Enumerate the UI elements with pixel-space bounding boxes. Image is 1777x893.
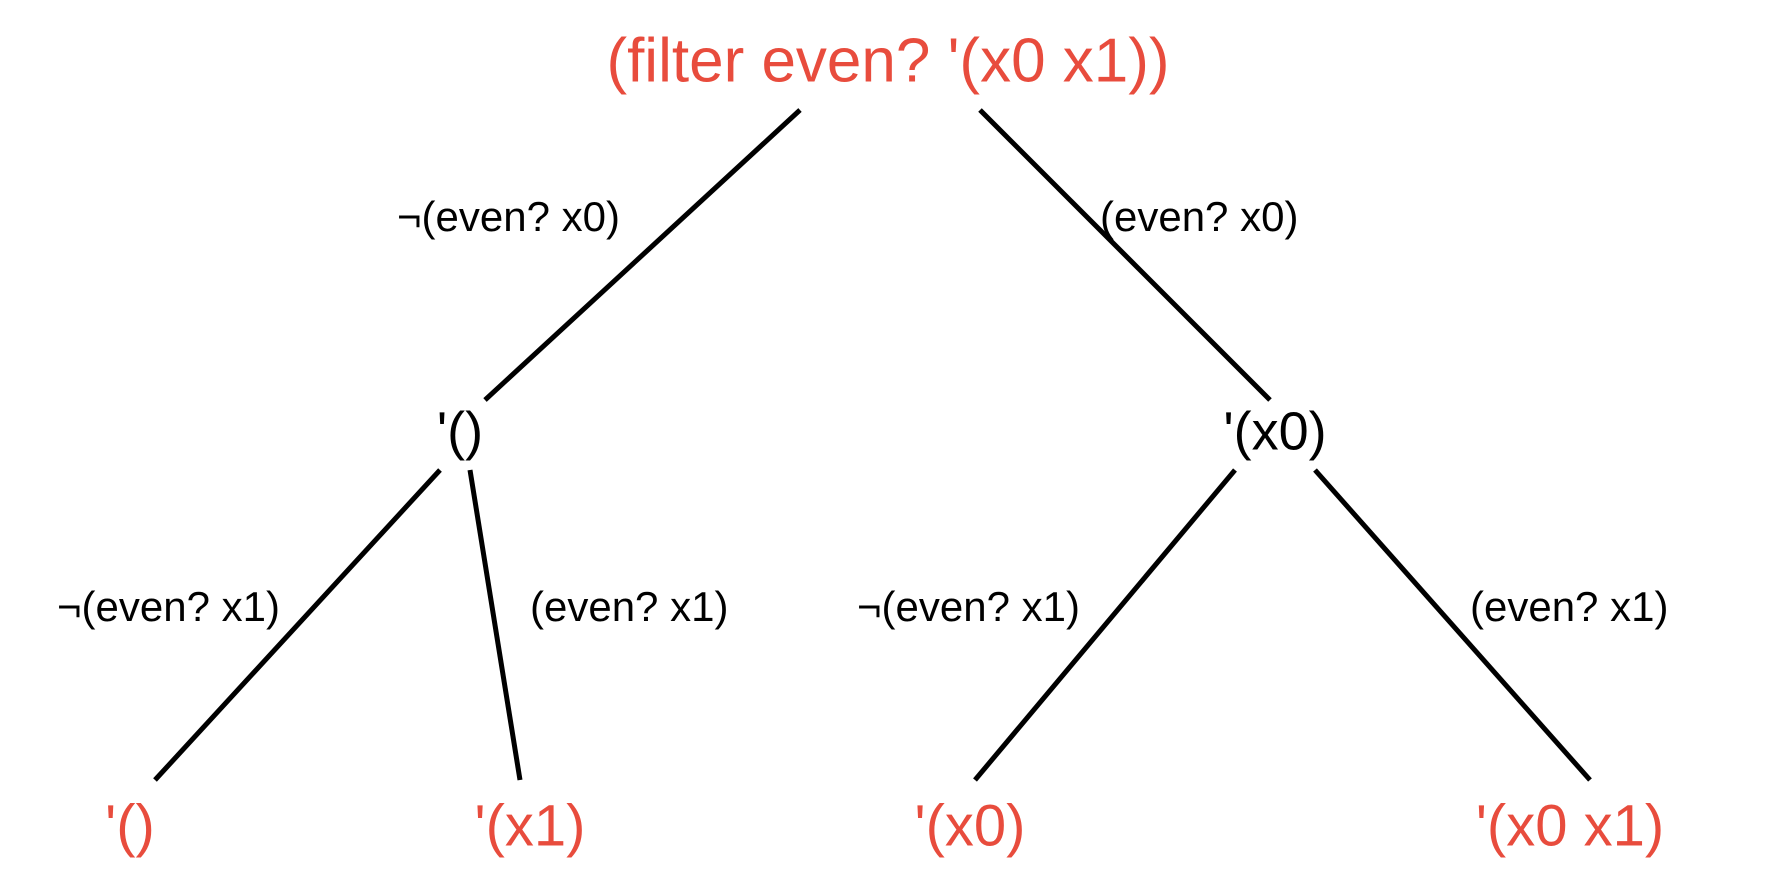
leaf-0: '()	[105, 793, 155, 858]
leaf-2: '(x0)	[915, 793, 1026, 858]
edge-midL-right	[470, 470, 520, 780]
edge-root-right	[980, 110, 1270, 400]
edge-root-left	[485, 110, 800, 400]
leaf-3: '(x0 x1)	[1476, 793, 1664, 858]
edge-label-midR-left: ¬(even? x1)	[857, 583, 1080, 630]
root-node: (filter even? '(x0 x1))	[606, 26, 1169, 95]
edge-label-midR-right: (even? x1)	[1470, 583, 1668, 630]
mid-node-left: '()	[437, 401, 483, 461]
edge-label-root-right: (even? x0)	[1100, 193, 1298, 240]
edge-label-midL-right: (even? x1)	[530, 583, 728, 630]
edge-label-midL-left: ¬(even? x1)	[57, 583, 280, 630]
mid-node-right: '(x0)	[1223, 401, 1326, 461]
leaf-1: '(x1)	[475, 793, 586, 858]
edge-label-root-left: ¬(even? x0)	[397, 193, 620, 240]
decision-tree: ¬(even? x0) (even? x0) ¬(even? x1) (even…	[0, 0, 1777, 893]
